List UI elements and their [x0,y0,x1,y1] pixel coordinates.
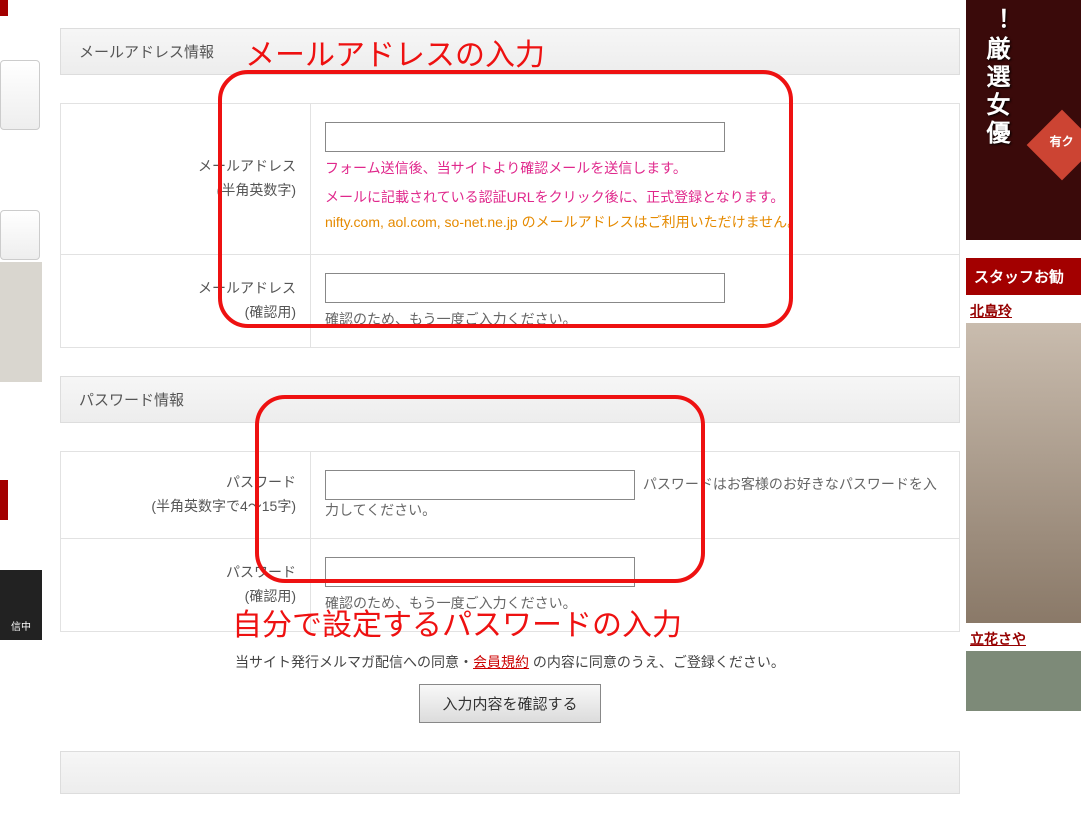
password-cell: パスワードはお客様のお好きなパスワードを入力してください。 [311,451,960,538]
submit-wrap: 入力内容を確認する [60,684,960,723]
password-confirm-row: パスワード (確認用) 確認のため、もう一度ご入力ください。 [61,538,960,631]
banner-ribbon-text: 有ク [1050,133,1074,150]
email-row: メールアドレス (半角英数字) フォーム送信後、当サイトより確認メールを送信しま… [61,104,960,255]
left-dark-badge: 信中 [0,570,42,640]
next-section-heading [60,751,960,794]
left-badge-text: 信中 [11,622,31,633]
password-confirm-label-line2: (確認用) [245,588,296,604]
right-rail: ！厳選女優 有ク スタッフお勧 北島玲 立花さや [966,0,1081,713]
banner-ribbon: 有ク [1027,110,1081,181]
password-section-heading: パスワード情報 [60,376,960,423]
password-label-line2: (半角英数字で4～15字) [151,498,296,514]
left-image-fragment [0,262,42,382]
consent-prefix: 当サイト発行メルマガ配信への同意・ [235,654,473,670]
submit-button[interactable]: 入力内容を確認する [419,684,600,723]
email-confirm-label-line2: (確認用) [245,304,296,320]
password-label-line1: パスワード [226,474,296,490]
terms-link[interactable]: 会員規約 [473,654,529,670]
email-label: メールアドレス (半角英数字) [61,104,311,255]
email-label-line1: メールアドレス [198,158,296,174]
accent-strip [0,0,8,16]
actress-link-2[interactable]: 立花さや [966,623,1081,651]
password-confirm-label: パスワード (確認用) [61,538,311,631]
password-input[interactable] [325,470,635,500]
left-rail: 信中 [0,0,44,713]
email-confirm-hint: 確認のため、もう一度ご入力ください。 [325,309,945,329]
actress-thumb-2[interactable] [966,651,1081,711]
password-confirm-label-line1: パスワード [226,564,296,580]
email-cell: フォーム送信後、当サイトより確認メールを送信します。 メールに記載されている認証… [311,104,960,255]
email-hint-pink2: メールに記載されている認証URLをクリック後に、正式登録となります。 [325,185,945,210]
email-confirm-cell: 確認のため、もう一度ご入力ください。 [311,254,960,347]
main-content: メールアドレス情報 メールアドレス (半角英数字) フォーム送信後、当サイトより… [60,0,960,822]
left-button-fragment-1[interactable] [0,60,40,130]
consent-suffix: の内容に同意のうえ、ご登録ください。 [529,654,785,670]
password-confirm-cell: 確認のため、もう一度ご入力ください。 [311,538,960,631]
accent-strip-2 [0,480,8,520]
email-confirm-input[interactable] [325,273,725,303]
email-input[interactable] [325,122,725,152]
email-confirm-label: メールアドレス (確認用) [61,254,311,347]
password-confirm-hint: 確認のため、もう一度ご入力ください。 [325,593,945,613]
email-section-heading: メールアドレス情報 [60,28,960,75]
left-button-fragment-2[interactable] [0,210,40,260]
password-row: パスワード (半角英数字で4～15字) パスワードはお客様のお好きなパスワードを… [61,451,960,538]
email-confirm-row: メールアドレス (確認用) 確認のため、もう一度ご入力ください。 [61,254,960,347]
email-label-line2: (半角英数字) [217,182,296,198]
password-confirm-input[interactable] [325,557,635,587]
email-confirm-label-line1: メールアドレス [198,280,296,296]
promo-banner[interactable]: ！厳選女優 有ク [966,0,1081,240]
actress-link-1[interactable]: 北島玲 [966,295,1081,323]
consent-text: 当サイト発行メルマガ配信への同意・会員規約 の内容に同意のうえ、ご登録ください。 [60,652,960,672]
email-form-table: メールアドレス (半角英数字) フォーム送信後、当サイトより確認メールを送信しま… [60,103,960,348]
email-hint-orange: nifty.com, aol.com, so-net.ne.jp のメールアドレ… [325,210,945,235]
password-form-table: パスワード (半角英数字で4～15字) パスワードはお客様のお好きなパスワードを… [60,451,960,632]
password-label: パスワード (半角英数字で4～15字) [61,451,311,538]
banner-vertical-text: ！厳選女優 [978,8,1013,148]
staff-recommend-heading: スタッフお勧 [966,258,1081,295]
actress-thumb-1[interactable] [966,323,1081,623]
email-hint-pink1: フォーム送信後、当サイトより確認メールを送信します。 [325,156,945,181]
